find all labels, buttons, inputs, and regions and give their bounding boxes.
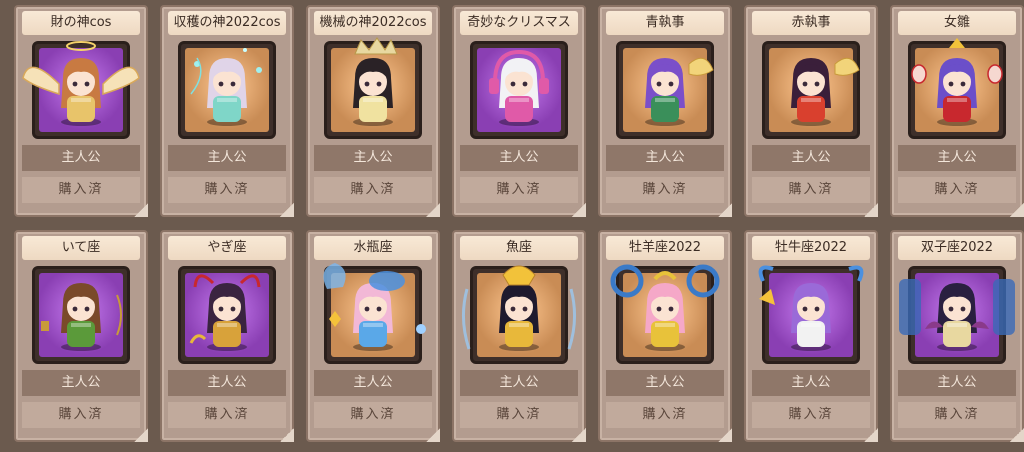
purchased-status: 購入済 [460,402,578,428]
costume-card[interactable]: 収穫の神2022cos 主人公購入済 [160,5,294,217]
costume-card[interactable]: いて座 主人公 購入済 [14,230,148,442]
purchased-status: 購入済 [168,177,286,203]
role-label: 主人公 [606,370,724,396]
role-label: 主人公 [22,145,140,171]
costume-name: 青執事 [606,11,724,35]
costume-name: 牡牛座2022 [752,236,870,260]
character-avatar-icon [207,58,247,126]
costume-name: 収穫の神2022cos [168,11,286,35]
role-label: 主人公 [898,145,1016,171]
character-avatar-icon [353,58,393,126]
character-avatar-icon [791,58,831,126]
costume-name: 双子座2022 [898,236,1016,260]
character-avatar-icon [207,283,247,351]
costume-name: いて座 [22,236,140,260]
role-label: 主人公 [22,370,140,396]
costume-name: 水瓶座 [314,236,432,260]
purchased-status: 購入済 [168,402,286,428]
character-avatar-icon [645,58,685,126]
costume-card[interactable]: 水瓶座 主人公 購入済 [306,230,440,442]
role-label: 主人公 [460,370,578,396]
role-label: 主人公 [314,370,432,396]
portrait-frame [32,266,130,364]
character-avatar-icon [61,283,101,351]
purchased-status: 購入済 [314,402,432,428]
purchased-status: 購入済 [22,402,140,428]
character-avatar-icon [353,283,393,351]
character-avatar-icon [499,283,539,351]
purchased-status: 購入済 [752,177,870,203]
purchased-status: 購入済 [898,177,1016,203]
costume-card[interactable]: 財の神cos 主人公購入済 [14,5,148,217]
costume-card[interactable]: 双子座2022 主人公購入済 [890,230,1024,442]
costume-card[interactable]: 青執事 主人公 購入済 [598,5,732,217]
portrait-frame [616,41,714,139]
costume-name: 財の神cos [22,11,140,35]
portrait-frame [178,266,276,364]
purchased-status: 購入済 [460,177,578,203]
costume-name: やぎ座 [168,236,286,260]
costume-name: 牡羊座2022 [606,236,724,260]
role-label: 主人公 [752,145,870,171]
purchased-status: 購入済 [898,402,1016,428]
portrait-frame [908,38,1006,139]
costume-card[interactable]: 牡羊座2022 主人公購入済 [598,230,732,442]
role-label: 主人公 [898,370,1016,396]
costume-name: 赤執事 [752,11,870,35]
purchased-status: 購入済 [606,177,724,203]
purchased-status: 購入済 [752,402,870,428]
role-label: 主人公 [168,145,286,171]
costume-name: 女雛 [898,11,1016,35]
purchased-status: 購入済 [314,177,432,203]
role-label: 主人公 [314,145,432,171]
portrait-frame [22,41,140,139]
portrait-frame [610,264,720,364]
character-avatar-icon [937,58,977,126]
costume-card[interactable]: 牡牛座2022 主人公購入済 [744,230,878,442]
portrait-frame [899,266,1015,364]
role-label: 主人公 [168,370,286,396]
portrait-frame [324,37,422,139]
costume-card[interactable]: 女雛 主人公 購入済 [890,5,1024,217]
portrait-frame [178,41,276,139]
role-label: 主人公 [460,145,578,171]
character-avatar-icon [499,58,539,126]
portrait-frame [762,41,860,139]
costume-name: 機械の神2022cos [314,11,432,35]
costume-card[interactable]: 機械の神2022cos 主人公購入済 [306,5,440,217]
portrait-frame [758,265,864,364]
costume-card[interactable]: 奇妙なクリスマス 主人公購入済 [452,5,586,217]
costume-card[interactable]: やぎ座 主人公 購入済 [160,230,294,442]
role-label: 主人公 [752,370,870,396]
character-avatar-icon [937,283,977,351]
purchased-status: 購入済 [22,177,140,203]
portrait-frame [462,265,576,364]
costume-name: 奇妙なクリスマス [460,11,578,35]
portrait-frame [323,263,426,364]
costume-card[interactable]: 魚座 主人公 購入済 [452,230,586,442]
role-label: 主人公 [606,145,724,171]
costume-card[interactable]: 赤執事 主人公 購入済 [744,5,878,217]
portrait-frame [470,41,568,139]
costume-grid: 財の神cos 主人公 購入済 収穫の神2022cos 主人公 購入済 機械の神2022cos… [0,0,1024,452]
character-avatar-icon [645,283,685,351]
purchased-status: 購入済 [606,402,724,428]
character-avatar-icon [61,58,101,126]
costume-name: 魚座 [460,236,578,260]
character-avatar-icon [791,283,831,351]
